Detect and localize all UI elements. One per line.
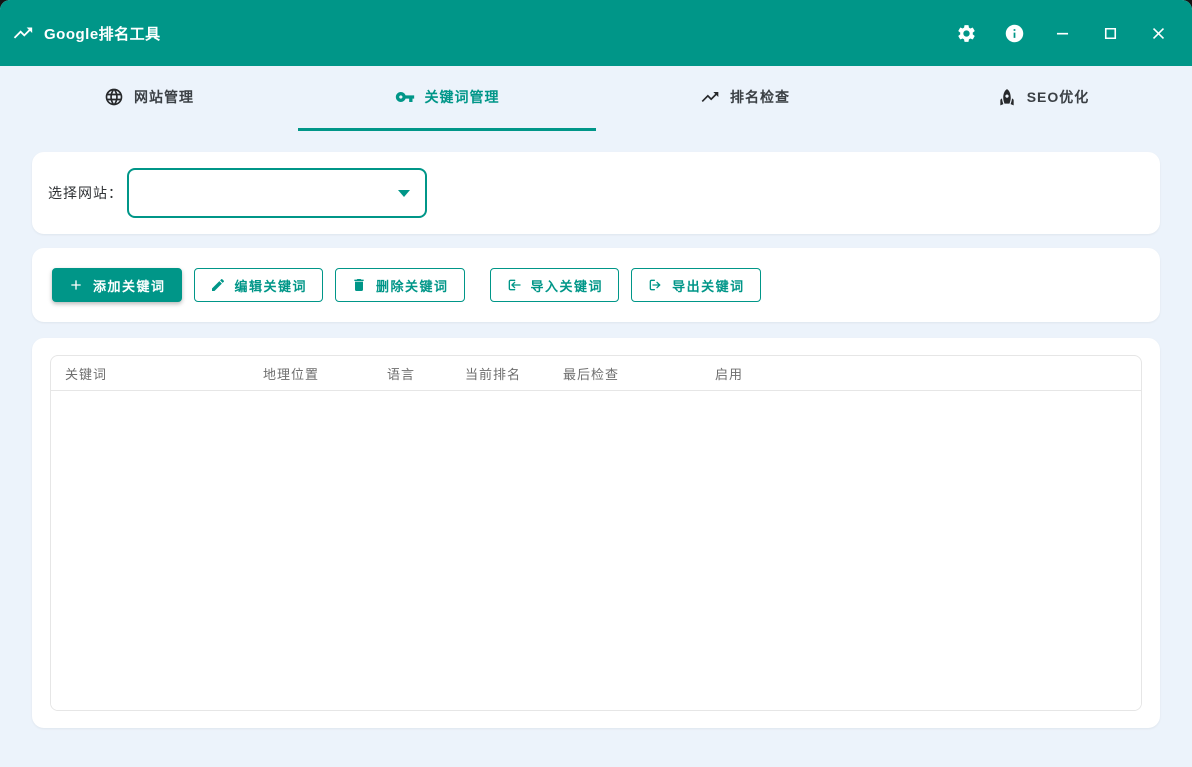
gear-icon — [956, 23, 977, 44]
tab-bar: 网站管理 关键词管理 排名检查 SEO优化 — [0, 66, 1192, 131]
close-button[interactable] — [1138, 13, 1178, 53]
column-header-last-check: 最后检查 — [563, 364, 715, 383]
keyword-table: 关键词 地理位置 语言 当前排名 最后检查 启用 — [50, 355, 1142, 711]
tab-label: 排名检查 — [730, 87, 790, 107]
import-keyword-label: 导入关键词 — [531, 276, 604, 295]
trending-up-icon — [12, 22, 34, 44]
keyword-table-card: 关键词 地理位置 语言 当前排名 最后检查 启用 — [32, 338, 1160, 728]
export-icon — [647, 277, 663, 293]
rocket-icon — [997, 87, 1017, 107]
table-body-empty — [51, 391, 1141, 710]
info-button[interactable] — [994, 13, 1034, 53]
delete-keyword-label: 删除关键词 — [376, 276, 449, 295]
column-header-location: 地理位置 — [263, 364, 387, 383]
close-icon — [1149, 24, 1168, 43]
column-header-current-rank: 当前排名 — [465, 364, 563, 383]
settings-button[interactable] — [946, 13, 986, 53]
add-keyword-label: 添加关键词 — [93, 276, 166, 295]
app-title: Google排名工具 — [44, 23, 161, 44]
site-selector-card: 选择网站： — [32, 152, 1160, 234]
site-select-label: 选择网站： — [48, 183, 123, 203]
column-header-keyword: 关键词 — [65, 364, 263, 383]
site-select[interactable] — [127, 168, 427, 218]
trash-icon — [351, 277, 367, 293]
key-icon — [395, 87, 415, 107]
tab-website-management[interactable]: 网站管理 — [0, 66, 298, 131]
tab-seo-optimization[interactable]: SEO优化 — [894, 66, 1192, 131]
pencil-icon — [210, 277, 226, 293]
edit-keyword-label: 编辑关键词 — [235, 276, 308, 295]
import-icon — [506, 277, 522, 293]
tab-keyword-management[interactable]: 关键词管理 — [298, 66, 596, 131]
titlebar: Google排名工具 — [0, 0, 1192, 66]
trending-up-icon — [700, 87, 720, 107]
app-window: Google排名工具 网站管理 关键词 — [0, 0, 1192, 767]
tab-ranking-check[interactable]: 排名检查 — [596, 66, 894, 131]
plus-icon — [68, 277, 84, 293]
tab-label: 关键词管理 — [425, 87, 500, 107]
minimize-icon — [1053, 24, 1072, 43]
maximize-icon — [1101, 24, 1120, 43]
column-header-enabled: 启用 — [715, 364, 1141, 383]
export-keyword-button[interactable]: 导出关键词 — [631, 268, 761, 302]
add-keyword-button[interactable]: 添加关键词 — [52, 268, 182, 302]
titlebar-actions — [938, 13, 1178, 53]
keyword-toolbar-card: 添加关键词 编辑关键词 删除关键词 导入关键词 导出关键词 — [32, 248, 1160, 322]
chevron-down-icon — [398, 190, 410, 197]
delete-keyword-button[interactable]: 删除关键词 — [335, 268, 465, 302]
titlebar-brand: Google排名工具 — [12, 22, 161, 44]
info-icon — [1004, 23, 1025, 44]
tab-label: SEO优化 — [1027, 87, 1090, 107]
export-keyword-label: 导出关键词 — [672, 276, 745, 295]
table-header-row: 关键词 地理位置 语言 当前排名 最后检查 启用 — [51, 356, 1141, 391]
main-content: 选择网站： 添加关键词 编辑关键词 删除关键词 导入关键词 — [0, 152, 1192, 728]
edit-keyword-button[interactable]: 编辑关键词 — [194, 268, 324, 302]
minimize-button[interactable] — [1042, 13, 1082, 53]
column-header-language: 语言 — [387, 364, 465, 383]
tab-label: 网站管理 — [134, 87, 194, 107]
import-keyword-button[interactable]: 导入关键词 — [490, 268, 620, 302]
maximize-button[interactable] — [1090, 13, 1130, 53]
globe-icon — [104, 87, 124, 107]
